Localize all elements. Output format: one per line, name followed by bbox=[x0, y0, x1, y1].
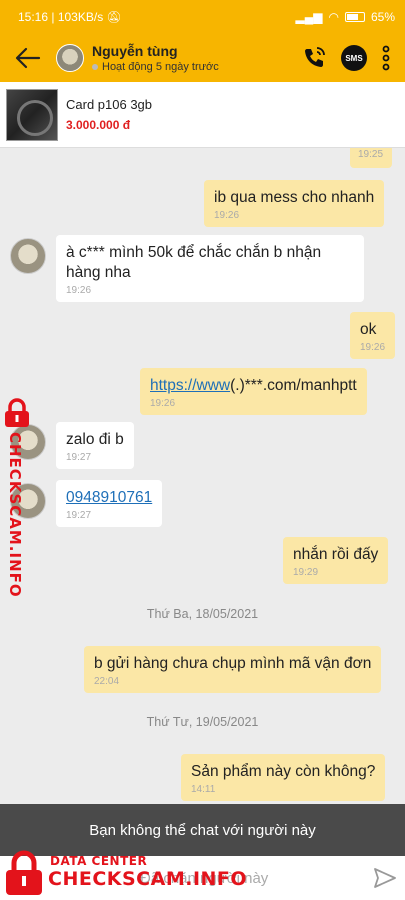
wifi-icon: ◠ bbox=[328, 10, 339, 24]
message-bubble-theirs[interactable]: zalo đi b 19:27 bbox=[56, 422, 134, 469]
lock-icon bbox=[5, 398, 29, 427]
header-actions: SMS bbox=[301, 45, 405, 71]
lock-icon bbox=[6, 850, 42, 895]
product-price: 3.000.000 đ bbox=[66, 118, 131, 132]
message-time: 19:29 bbox=[293, 567, 319, 578]
chat-header: Nguyễn tùng Hoạt động 5 ngày trước SMS bbox=[0, 34, 405, 82]
battery-level: 65% bbox=[370, 10, 395, 24]
status-bar: 15:16 | 103KB/s 🔕︎ ▂▄▆ ◠ 65% bbox=[0, 0, 405, 34]
message-time: 19:26 bbox=[150, 398, 176, 409]
chat-messages[interactable]: 19:25 ib qua mess cho nhanh 19:26 à c***… bbox=[0, 148, 405, 804]
status-time: 15:16 bbox=[18, 10, 49, 24]
message-time: 14:11 bbox=[191, 784, 216, 795]
phone-number-link[interactable]: 0948910761 bbox=[66, 489, 152, 506]
status-right: ▂▄▆ ◠ 65% bbox=[296, 10, 395, 24]
more-vertical-icon[interactable] bbox=[381, 45, 391, 71]
watermark-side: CHECKSCAM.INFO bbox=[0, 398, 34, 598]
sms-label: SMS bbox=[345, 53, 363, 63]
contact-status-text: Hoạt động 5 ngày trước bbox=[102, 61, 219, 73]
battery-icon bbox=[344, 12, 365, 22]
message-text: 0948910761 bbox=[66, 488, 152, 508]
watermark-brand: CHECKSCAM.INFO bbox=[48, 868, 248, 890]
date-separator: Thứ Tư, 19/05/2021 bbox=[146, 715, 259, 729]
watermark-bottom: DATA CENTER CHECKSCAM.INFO bbox=[0, 846, 260, 900]
offline-dot-icon bbox=[92, 64, 98, 70]
message-time: 19:26 bbox=[66, 285, 92, 296]
message-bubble-mine[interactable]: nhắn rồi đấy 19:29 bbox=[283, 537, 389, 584]
watermark-title: DATA CENTER bbox=[50, 854, 148, 868]
send-button[interactable] bbox=[365, 868, 405, 888]
product-image bbox=[6, 88, 58, 141]
message-time: 19:26 bbox=[214, 210, 240, 221]
message-text: ok bbox=[360, 321, 377, 338]
back-button[interactable] bbox=[0, 34, 56, 82]
message-bubble-mine[interactable]: b gửi hàng chưa chụp mình mã vận đơn 22:… bbox=[84, 646, 382, 693]
contact-avatar[interactable] bbox=[56, 44, 84, 72]
message-time: 19:26 bbox=[360, 342, 386, 353]
network-speed: 103KB/s bbox=[57, 10, 104, 24]
message-text: zalo đi b bbox=[66, 431, 124, 448]
message-bubble-mine[interactable]: Sản phẩm này còn không? 14:11 bbox=[181, 754, 386, 801]
product-name: Card p106 3gb bbox=[66, 97, 153, 112]
sms-icon[interactable]: SMS bbox=[341, 45, 367, 71]
message-text: b gửi hàng chưa chụp mình mã vận đơn bbox=[94, 655, 372, 672]
message-bubble-theirs[interactable]: 0948910761 19:27 bbox=[56, 480, 163, 527]
product-card[interactable]: Card p106 3gb 3.000.000 đ bbox=[0, 82, 405, 148]
message-text: Sản phẩm này còn không? bbox=[191, 763, 376, 780]
date-separator: Thứ Ba, 18/05/2021 bbox=[146, 607, 259, 621]
message-time: 19:27 bbox=[66, 510, 92, 521]
message-text-after-link: (.)***.com/manhptt bbox=[230, 377, 357, 394]
contact-name: Nguyễn tùng bbox=[92, 43, 178, 59]
message-bubble-mine[interactable]: ok 19:26 bbox=[350, 312, 396, 359]
signal-icon: ▂▄▆ bbox=[295, 10, 323, 24]
message-text: nhắn rồi đấy bbox=[293, 546, 379, 563]
product-details: Card p106 3gb 3.000.000 đ bbox=[66, 97, 152, 132]
send-icon bbox=[374, 868, 396, 888]
contact-status: Hoạt động 5 ngày trước bbox=[92, 61, 301, 73]
sender-avatar[interactable] bbox=[10, 238, 46, 274]
back-arrow-icon bbox=[15, 47, 41, 69]
phone-call-icon[interactable] bbox=[301, 45, 327, 71]
message-bubble-mine[interactable]: https://www(.)***.com/manhptt 19:26 bbox=[140, 368, 367, 415]
message-text: à c*** mình 50k để chắc chắn b nhận hàng… bbox=[66, 244, 322, 281]
message-text: ib qua mess cho nhanh bbox=[214, 189, 375, 206]
message-time: 22:04 bbox=[94, 676, 120, 687]
message-link[interactable]: https://www bbox=[150, 377, 230, 394]
status-left: 15:16 | 103KB/s 🔕︎ bbox=[18, 10, 122, 24]
message-text: https://www(.)***.com/manhptt bbox=[150, 376, 357, 396]
message-bubble-mine[interactable]: 19:25 bbox=[350, 148, 392, 168]
message-bubble-theirs[interactable]: à c*** mình 50k để chắc chắn b nhận hàng… bbox=[56, 235, 364, 302]
watermark-side-text: CHECKSCAM.INFO bbox=[6, 432, 24, 598]
message-time: 19:25 bbox=[358, 149, 384, 160]
mute-icon: 🔕︎ bbox=[106, 10, 122, 24]
message-time: 19:27 bbox=[66, 452, 92, 463]
message-bubble-mine[interactable]: ib qua mess cho nhanh 19:26 bbox=[204, 180, 385, 227]
contact-info[interactable]: Nguyễn tùng Hoạt động 5 ngày trước bbox=[92, 43, 301, 73]
